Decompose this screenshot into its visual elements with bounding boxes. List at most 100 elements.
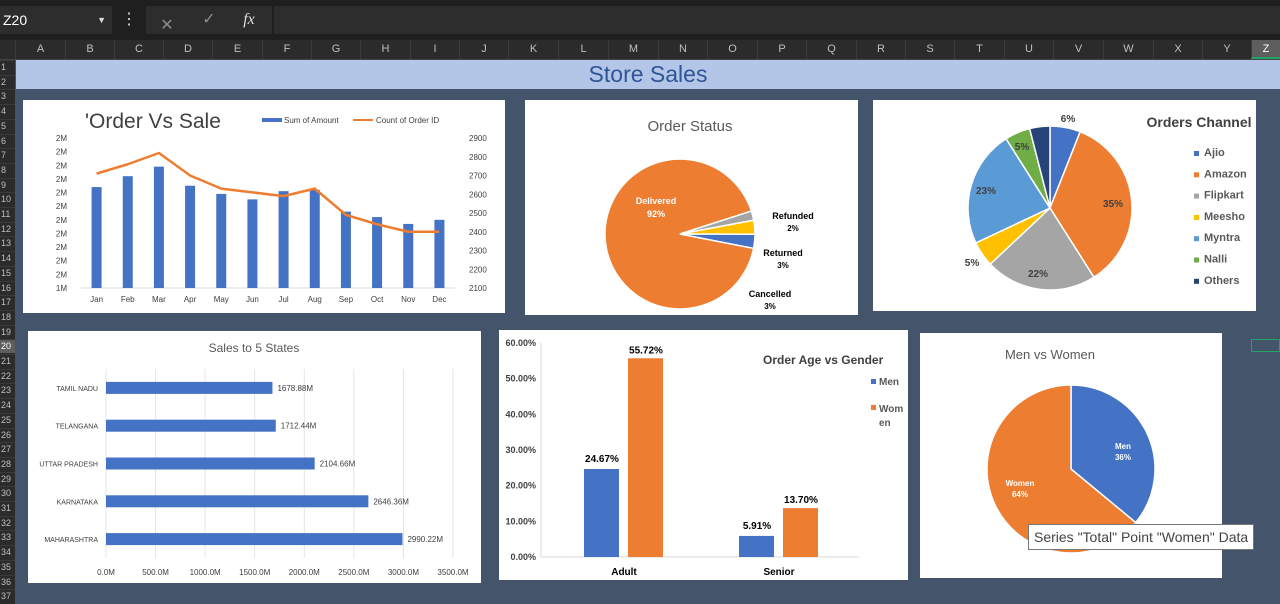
row-header-11[interactable]: 11	[0, 207, 15, 221]
data-label: 1678.88M	[277, 384, 313, 393]
column-header-t[interactable]: T	[954, 40, 1004, 59]
column-header-s[interactable]: S	[905, 40, 954, 59]
row-header-4[interactable]: 4	[0, 104, 15, 118]
x-tick: 1000.0M	[190, 568, 221, 577]
data-label: Cancelled	[749, 289, 792, 299]
insert-function-icon[interactable]: fx	[234, 6, 264, 34]
data-label: 2104.66M	[320, 460, 356, 469]
row-header-2[interactable]: 2	[0, 74, 15, 89]
row-header-9[interactable]: 9	[0, 177, 15, 192]
row-header-26[interactable]: 26	[0, 427, 15, 442]
selected-cell[interactable]	[1251, 339, 1280, 352]
column-header-c[interactable]: C	[114, 40, 163, 59]
cancel-icon[interactable]: ✕	[152, 12, 182, 40]
row-header-16[interactable]: 16	[0, 280, 15, 295]
chevron-down-icon[interactable]: ▼	[97, 6, 106, 34]
row-header-6[interactable]: 6	[0, 133, 15, 148]
name-box[interactable]: Z20 ▼	[0, 6, 112, 34]
chart-title: 'Order Vs Sale	[85, 110, 221, 133]
column-header-m[interactable]: M	[608, 40, 658, 59]
row-header-22[interactable]: 22	[0, 368, 15, 383]
data-label: 2646.36M	[373, 497, 409, 506]
column-header-a[interactable]: A	[15, 40, 65, 59]
column-header-z[interactable]: Z	[1251, 40, 1280, 59]
y-left-tick: 2M	[56, 229, 67, 238]
column-header-j[interactable]: J	[459, 40, 508, 59]
bar-amount	[278, 191, 289, 288]
formula-input[interactable]	[274, 6, 1280, 34]
row-header-37[interactable]: 37	[0, 589, 15, 603]
y-left-tick: 2M	[56, 148, 67, 157]
chart-tooltip: Series "Total" Point "Women" Data	[1028, 524, 1255, 550]
legend-label: Nalli	[1204, 254, 1227, 266]
y-left-tick: 2M	[56, 161, 67, 170]
row-header-7[interactable]: 7	[0, 148, 15, 162]
row-header-12[interactable]: 12	[0, 221, 15, 236]
column-header-h[interactable]: H	[360, 40, 410, 59]
row-header-10[interactable]: 10	[0, 192, 15, 206]
row-header-8[interactable]: 8	[0, 162, 15, 177]
chart-sales-to-states[interactable]: Sales to 5 States 0.0M 500.0M 1000.0M 1500.0…	[28, 331, 481, 583]
column-header-o[interactable]: O	[707, 40, 757, 59]
column-header: ABCDEFGHIJKLMNOPQRSTUVWXYZ	[0, 40, 1280, 60]
y-left-tick: 2M	[56, 270, 67, 279]
chart-order-status[interactable]: Order Status Delivered 92% Refunded 2% Return…	[525, 100, 858, 315]
column-header-f[interactable]: F	[262, 40, 311, 59]
row-header-32[interactable]: 32	[0, 515, 15, 530]
legend-swatch	[1194, 257, 1199, 263]
column-header-d[interactable]: D	[163, 40, 212, 59]
column-header-n[interactable]: N	[658, 40, 707, 59]
row-header-5[interactable]: 5	[0, 118, 15, 133]
x-tick: May	[214, 295, 229, 304]
x-tick: Aug	[308, 295, 322, 304]
row-header-35[interactable]: 35	[0, 559, 15, 574]
column-header-r[interactable]: R	[856, 40, 905, 59]
column-header-w[interactable]: W	[1103, 40, 1153, 59]
column-header-i[interactable]: I	[410, 40, 459, 59]
row-header-28[interactable]: 28	[0, 456, 15, 471]
row-header-31[interactable]: 31	[0, 501, 15, 515]
chart-order-vs-sale[interactable]: 'Order Vs Sale Sum of Amount Count of Orde…	[23, 100, 505, 313]
row-header-1[interactable]: 1	[0, 60, 15, 74]
row-header-23[interactable]: 23	[0, 383, 15, 397]
row-header-21[interactable]: 21	[0, 354, 15, 368]
row-header-29[interactable]: 29	[0, 471, 15, 486]
row-header-3[interactable]: 3	[0, 89, 15, 103]
column-header-y[interactable]: Y	[1202, 40, 1251, 59]
x-tick: 3000.0M	[388, 568, 419, 577]
row-header-25[interactable]: 25	[0, 412, 15, 427]
column-header-g[interactable]: G	[311, 40, 360, 59]
column-header-v[interactable]: V	[1053, 40, 1103, 59]
bar-state	[106, 533, 403, 546]
column-header-b[interactable]: B	[65, 40, 114, 59]
row-header-34[interactable]: 34	[0, 545, 15, 559]
column-header-p[interactable]: P	[757, 40, 806, 59]
row-header-17[interactable]: 17	[0, 295, 15, 309]
row-header-14[interactable]: 14	[0, 251, 15, 265]
more-options-icon[interactable]: ⋮	[120, 6, 138, 34]
row-header-27[interactable]: 27	[0, 442, 15, 456]
column-header-x[interactable]: X	[1153, 40, 1202, 59]
chart-age-vs-gender[interactable]: Order Age vs Gender Men Wom en 0.00% 10.00% 20…	[499, 330, 908, 580]
enter-icon[interactable]: ✓	[194, 6, 224, 34]
row-header-15[interactable]: 15	[0, 265, 15, 280]
column-header-k[interactable]: K	[508, 40, 558, 59]
row-header-36[interactable]: 36	[0, 574, 15, 589]
row-header-24[interactable]: 24	[0, 398, 15, 412]
row-header-33[interactable]: 33	[0, 530, 15, 544]
row-header-18[interactable]: 18	[0, 309, 15, 324]
row-header-19[interactable]: 19	[0, 324, 15, 339]
bar-state	[106, 457, 315, 470]
column-header-l[interactable]: L	[558, 40, 608, 59]
column-header-e[interactable]: E	[212, 40, 262, 59]
row-header-13[interactable]: 13	[0, 236, 15, 250]
column-header-q[interactable]: Q	[806, 40, 856, 59]
row-header-20[interactable]: 20	[0, 339, 15, 353]
chart-orders-channel[interactable]: Orders Channel 6% 35% 22% 5% 23% 5% Ajio Amazon F…	[873, 100, 1256, 311]
row-header-30[interactable]: 30	[0, 486, 15, 500]
x-tick: Dec	[432, 295, 446, 304]
column-header-u[interactable]: U	[1004, 40, 1053, 59]
legend-swatch	[1194, 278, 1199, 284]
formula-bar: Z20 ▼ ⋮ ✕ ✓ fx	[0, 0, 1280, 40]
dashboard-title: Store Sales	[16, 60, 1280, 89]
